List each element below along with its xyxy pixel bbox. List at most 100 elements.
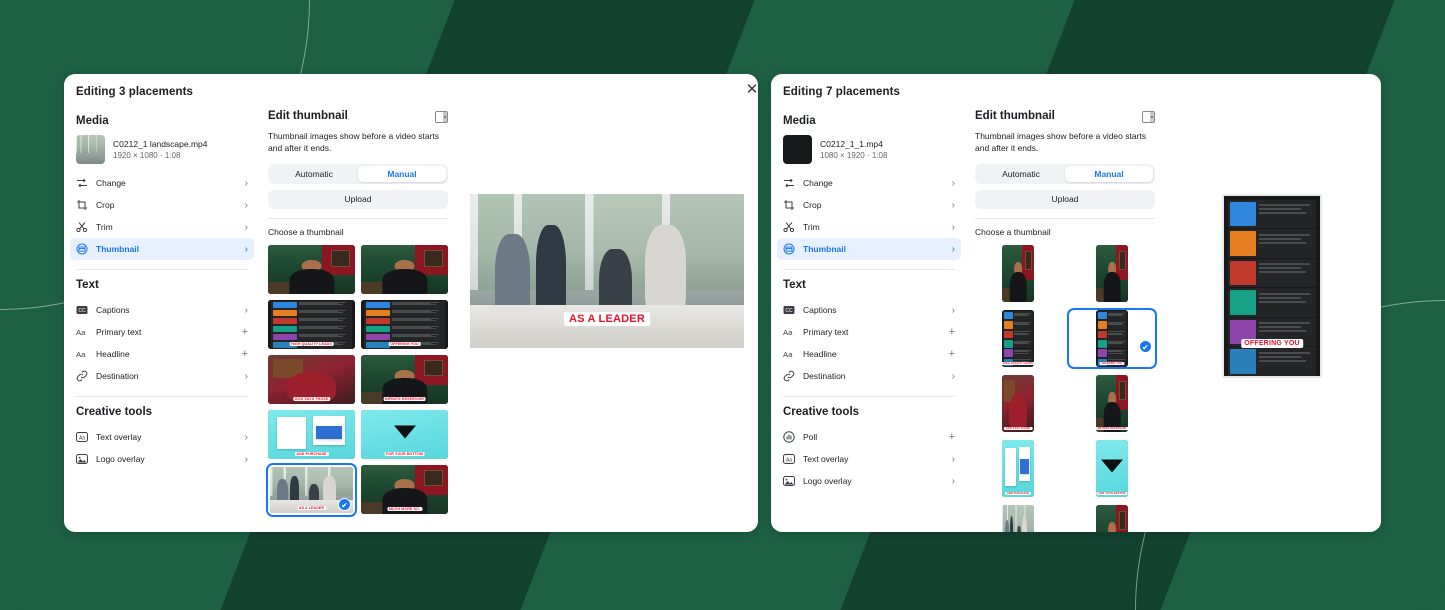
chevron-right-icon[interactable]: ›	[952, 371, 955, 382]
chevron-right-icon[interactable]: ›	[952, 222, 955, 233]
thumbnail-preview: OFFERING YOU	[1222, 194, 1322, 378]
media-nav-list: Change › Crop › Trim › Thumbnail ›	[771, 172, 967, 260]
divider	[975, 218, 1155, 219]
preview-area: AS A LEADER	[456, 98, 758, 528]
nav-item-primary-text[interactable]: Aa Primary text +	[777, 321, 961, 343]
add-icon[interactable]: +	[242, 326, 248, 338]
segment-manual[interactable]: Manual	[358, 166, 446, 182]
upload-button[interactable]: Upload	[268, 190, 448, 209]
thumbnail-option[interactable]: GOD SAYS THOSE	[268, 354, 355, 404]
nav-item-destination[interactable]: Destination ›	[777, 365, 961, 387]
chevron-right-icon[interactable]: ›	[245, 222, 248, 233]
thumbnail-option[interactable]	[975, 245, 1061, 302]
thumbnail-option[interactable]: AS A LEADER ✔	[266, 462, 357, 518]
thumbnail-option[interactable]: AND PURCHASE	[268, 409, 355, 459]
nav-item-label: Change	[803, 178, 833, 188]
segment-manual[interactable]: Manual	[1065, 166, 1153, 182]
chevron-right-icon[interactable]: ›	[245, 305, 248, 316]
thumbnail-option[interactable]: INFINITE RESERVOIR	[1069, 375, 1155, 432]
thumbnail-caption: INFINITE RESERVOIR	[383, 396, 426, 401]
chevron-right-icon[interactable]: ›	[245, 244, 248, 255]
thumbnail-option[interactable]	[1069, 245, 1155, 302]
nav-item-logo-overlay[interactable]: Logo overlay ›	[70, 448, 254, 470]
nav-item-crop[interactable]: Crop ›	[70, 194, 254, 216]
section-divider	[783, 269, 955, 270]
chevron-right-icon[interactable]: ›	[952, 305, 955, 316]
thumbnail-caption: GOD SAYS THOSE	[1003, 427, 1033, 430]
thumbnail-image: MUCH MORE SO,	[361, 464, 448, 514]
chevron-right-icon[interactable]: ›	[245, 178, 248, 189]
segment-automatic[interactable]: Automatic	[270, 166, 358, 182]
thumbnail-image: HIGH QUALITY LEADS	[268, 299, 355, 349]
chevron-right-icon[interactable]: ›	[245, 200, 248, 211]
add-icon[interactable]: +	[949, 348, 955, 360]
nav-item-thumbnail[interactable]: Thumbnail ›	[70, 238, 254, 260]
chevron-right-icon[interactable]: ›	[952, 454, 955, 465]
nav-item-trim[interactable]: Trim ›	[70, 216, 254, 238]
nav-item-change[interactable]: Change ›	[70, 172, 254, 194]
nav-item-text-overlay[interactable]: Aa Text overlay ›	[70, 426, 254, 448]
side-panel-icon[interactable]	[1142, 110, 1155, 123]
nav-item-trim[interactable]: Trim ›	[777, 216, 961, 238]
chevron-right-icon[interactable]: ›	[952, 476, 955, 487]
thumbnail-option[interactable]: FOR YOUR BOTTOM	[1069, 440, 1155, 497]
thumbnail-caption: HIGH QUALITY LEADS	[1002, 362, 1034, 365]
side-panel-icon[interactable]	[435, 110, 448, 123]
nav-item-change[interactable]: Change ›	[777, 172, 961, 194]
add-icon[interactable]: +	[242, 348, 248, 360]
thumbnail-option[interactable]: AS A LEADER	[975, 505, 1061, 532]
nav-item-headline[interactable]: Aa Headline +	[777, 343, 961, 365]
nav-item-label: Headline	[96, 349, 130, 359]
media-file-name: C0212_1 landscape.mp4	[113, 138, 208, 149]
text-icon: Aa	[783, 348, 795, 360]
chevron-right-icon[interactable]: ›	[245, 454, 248, 465]
thumbnail-grid: HIGH QUALITY LEADS OFFERING YOU GOD SAYS T…	[266, 245, 456, 518]
nav-item-headline[interactable]: Aa Headline +	[70, 343, 254, 365]
logo-overlay-icon	[76, 453, 88, 465]
segment-automatic[interactable]: Automatic	[977, 166, 1065, 182]
nav-item-captions[interactable]: CC Captions ›	[70, 299, 254, 321]
thumbnail-image: MUCH MORE SO,	[1096, 505, 1128, 532]
svg-text:Aa: Aa	[783, 328, 793, 337]
chevron-right-icon[interactable]: ›	[245, 371, 248, 382]
add-icon[interactable]: +	[949, 431, 955, 443]
thumbnail-option[interactable]: FOR YOUR BOTTOM	[361, 409, 448, 459]
nav-item-label: Crop	[803, 200, 822, 210]
nav-item-thumbnail[interactable]: Thumbnail ›	[777, 238, 961, 260]
thumbnail-option[interactable]	[268, 245, 355, 294]
thumbnail-option[interactable]: OFFERING YOU ✔	[1067, 308, 1157, 369]
nav-item-destination[interactable]: Destination ›	[70, 365, 254, 387]
thumbnail-option[interactable]	[361, 245, 448, 294]
nav-item-crop[interactable]: Crop ›	[777, 194, 961, 216]
section-divider	[76, 396, 248, 397]
nav-item-primary-text[interactable]: Aa Primary text +	[70, 321, 254, 343]
media-file-row[interactable]: C0212_1_1.mp4 1080 × 1920 · 1:08	[771, 135, 967, 172]
thumbnail-option[interactable]: HIGH QUALITY LEADS	[268, 299, 355, 349]
nav-item-poll[interactable]: Poll +	[777, 426, 961, 448]
upload-button[interactable]: Upload	[975, 190, 1155, 209]
thumbnail-option[interactable]: INFINITE RESERVOIR	[361, 354, 448, 404]
thumbnail-option[interactable]: AND PURCHASE	[975, 440, 1061, 497]
creative-section-label: Creative tools	[783, 406, 860, 418]
chevron-right-icon[interactable]: ›	[952, 178, 955, 189]
close-icon[interactable]: ✕	[742, 80, 762, 100]
thumbnail-option[interactable]: OFFERING YOU	[361, 299, 448, 349]
nav-item-text-overlay[interactable]: Aa Text overlay ›	[777, 448, 961, 470]
nav-item-logo-overlay[interactable]: Logo overlay ›	[777, 470, 961, 492]
thumbnail-option[interactable]: HIGH QUALITY LEADS	[975, 310, 1061, 367]
chevron-right-icon[interactable]: ›	[952, 200, 955, 211]
thumbnail-option[interactable]: MUCH MORE SO,	[361, 464, 448, 516]
add-icon[interactable]: +	[949, 326, 955, 338]
thumbnail-image	[1096, 245, 1128, 302]
thumbnail-option[interactable]: GOD SAYS THOSE	[975, 375, 1061, 432]
media-file-row[interactable]: C0212_1 landscape.mp4 1920 × 1080 · 1:08	[64, 135, 260, 172]
chevron-right-icon[interactable]: ›	[245, 432, 248, 443]
link-icon	[76, 370, 88, 382]
nav-item-label: Thumbnail	[96, 244, 139, 254]
svg-text:CC: CC	[78, 308, 86, 314]
thumbnail-option[interactable]: MUCH MORE SO,	[1069, 505, 1155, 532]
swap-icon	[76, 177, 88, 189]
nav-item-captions[interactable]: CC Captions ›	[777, 299, 961, 321]
chevron-right-icon[interactable]: ›	[952, 244, 955, 255]
thumbnail-caption: MUCH MORE SO,	[386, 506, 423, 511]
